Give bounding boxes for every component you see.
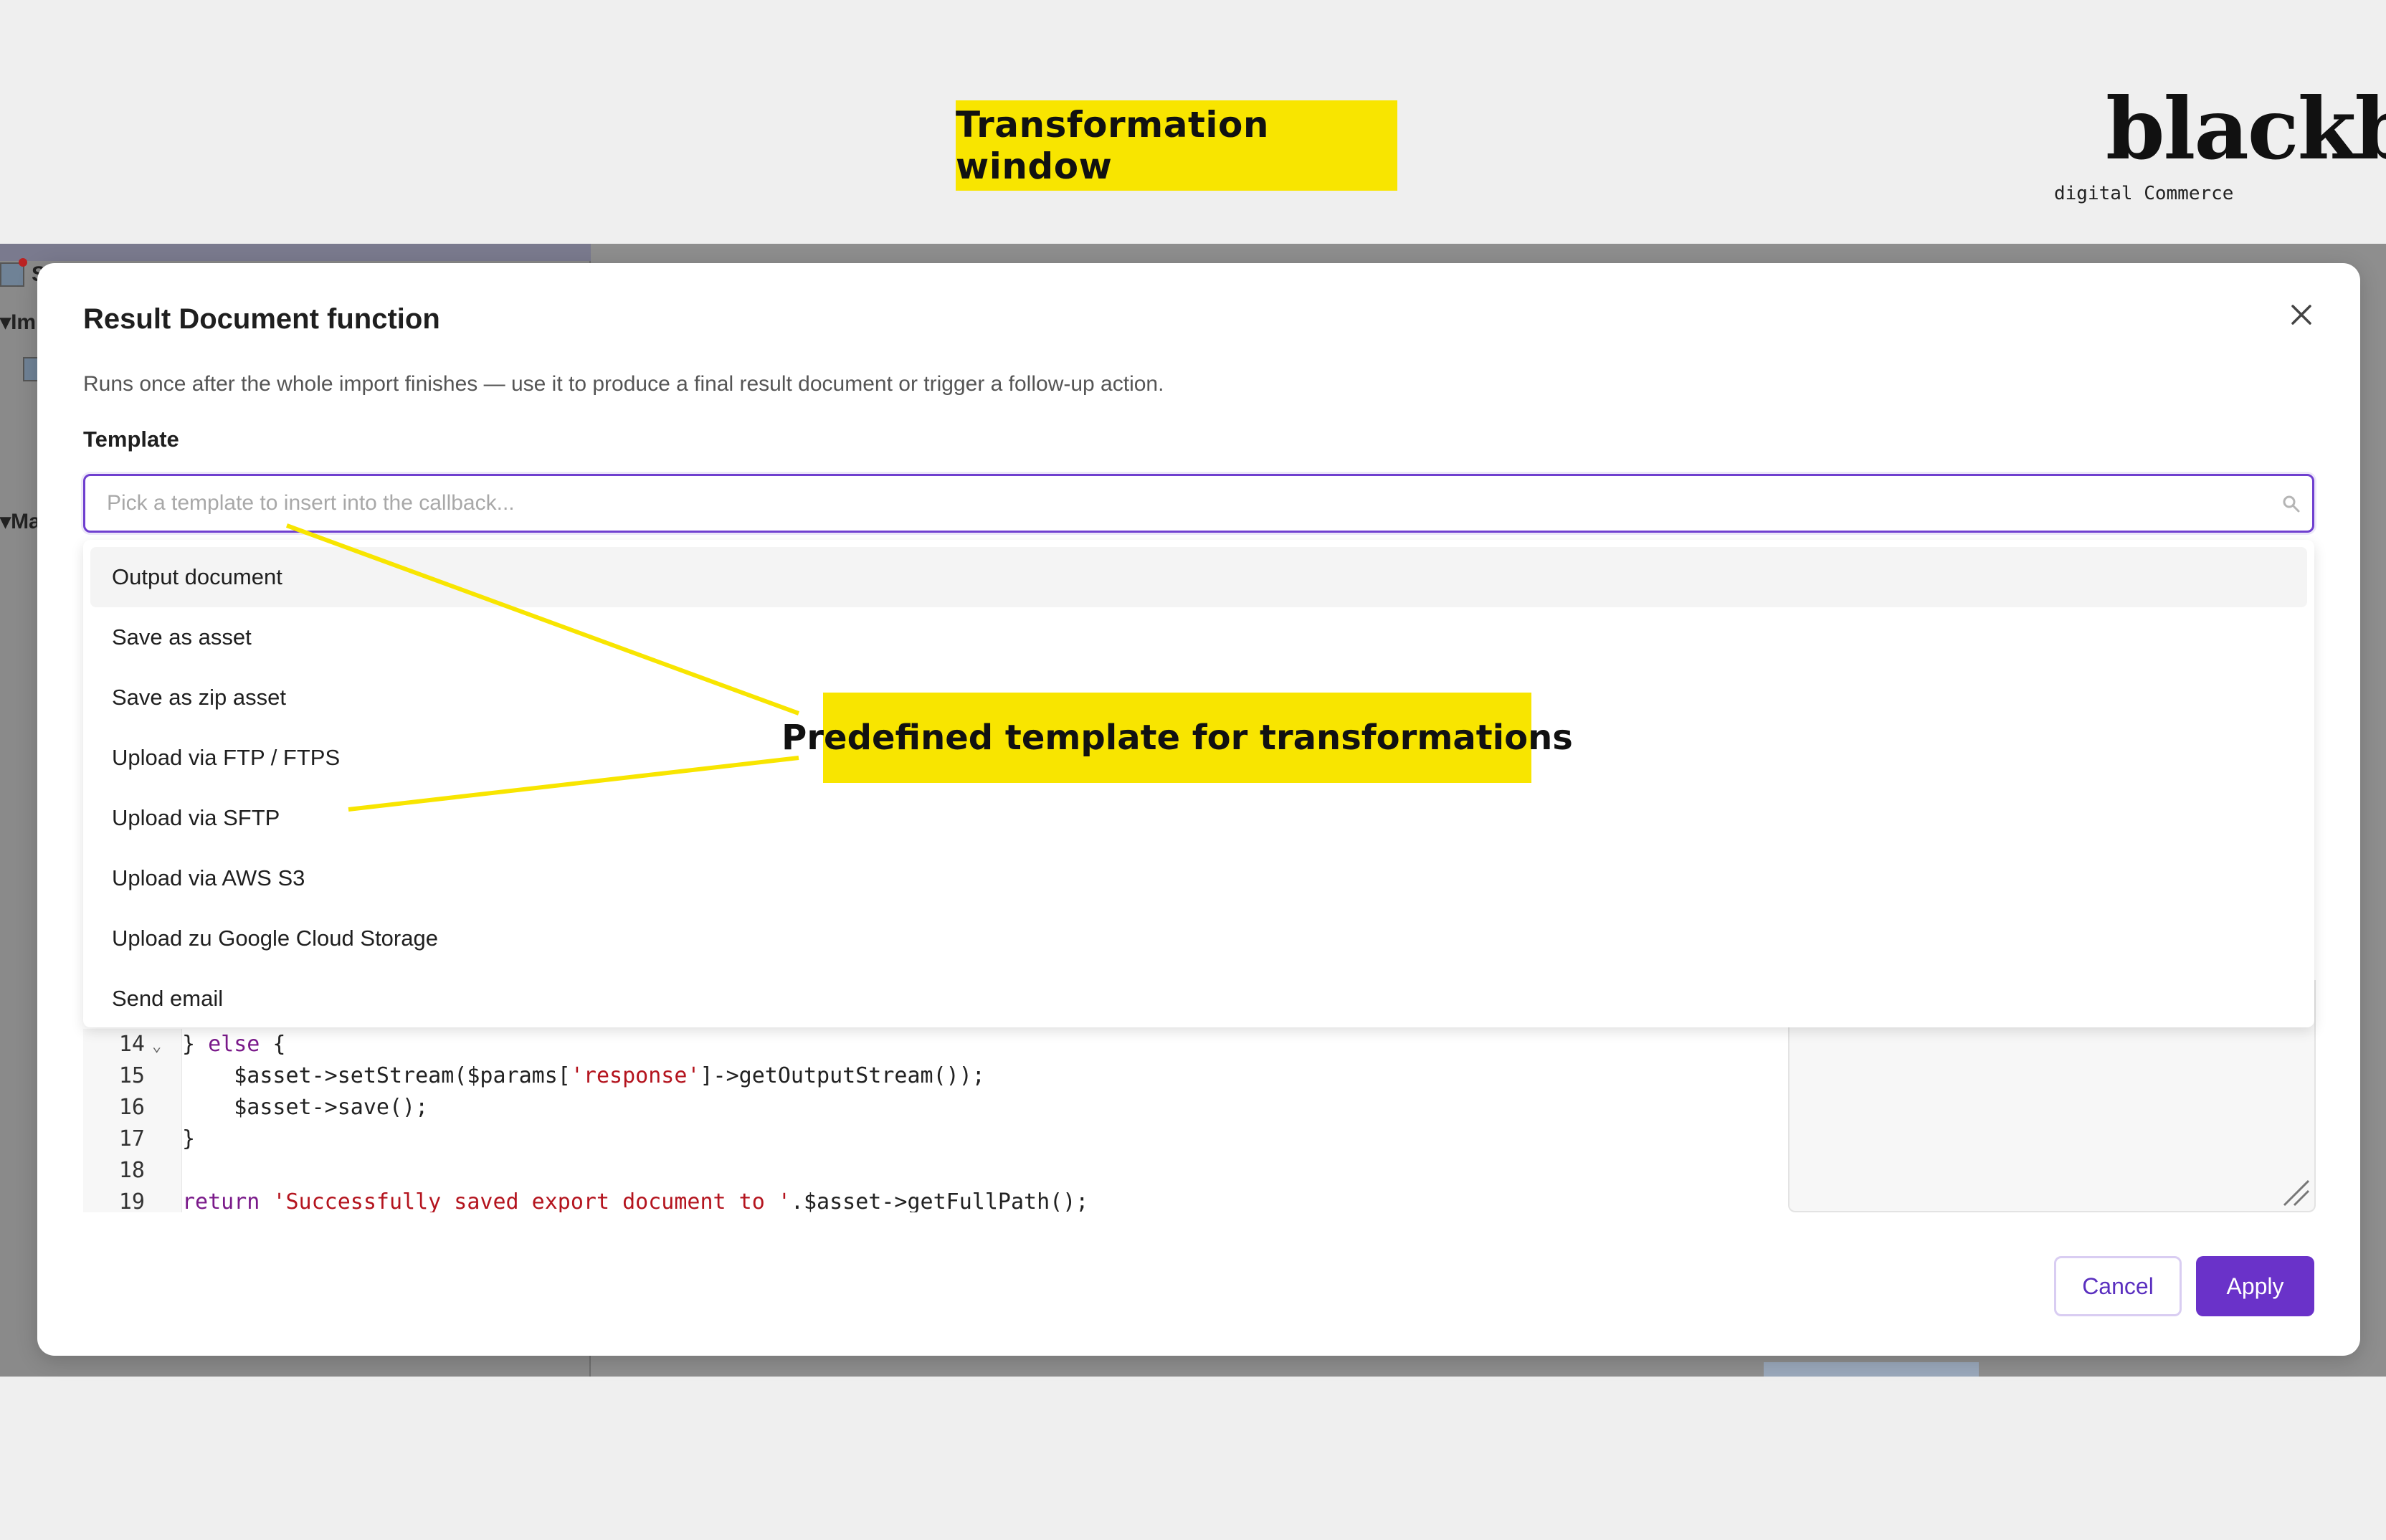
line-number: 19	[118, 1189, 145, 1212]
screenshot-canvas: Transformation window blackbit digital C…	[0, 0, 2386, 1540]
background-item-ma: ▾Ma	[0, 509, 41, 534]
notification-dot	[19, 258, 27, 267]
code-text: } else {	[182, 1032, 286, 1057]
template-search-input[interactable]	[105, 486, 2228, 521]
cancel-button[interactable]: Cancel	[2054, 1256, 2182, 1316]
modal-description: Runs once after the whole import finishe…	[83, 372, 1164, 396]
code-line: 14 ⌄ } else {	[83, 1029, 286, 1060]
line-number: 15	[118, 1063, 145, 1088]
template-label: Template	[83, 427, 179, 452]
background-item-ma-label: Ma	[11, 510, 41, 533]
fold-icon[interactable]: ⌄	[152, 1031, 174, 1063]
template-option[interactable]: Upload via SFTP	[90, 788, 2307, 848]
template-option[interactable]: Save as asset	[90, 607, 2307, 667]
template-search-field[interactable]	[83, 474, 2314, 533]
template-option[interactable]: Output document	[90, 547, 2307, 607]
template-dropdown: Output document Save as asset Save as zi…	[83, 540, 2314, 1027]
code-line: 15 $asset->setStream($params['response']…	[83, 1060, 985, 1092]
chevron-down-icon: ▾	[0, 310, 11, 334]
annotation-callout: Predefined template for transformations	[781, 693, 1573, 783]
modal-title: Result Document function	[83, 303, 440, 335]
chevron-down-icon: ▾	[0, 510, 11, 533]
line-number: 18	[118, 1158, 145, 1183]
code-line: 19 return 'Successfully saved export docu…	[83, 1187, 1088, 1212]
code-text: $asset->setStream($params['response']->g…	[182, 1063, 985, 1088]
background-item-im-label: Im	[11, 310, 37, 334]
brand: blackbit digital Commerce	[2047, 82, 2386, 211]
code-text: }	[182, 1126, 196, 1151]
code-line: 17}	[83, 1123, 195, 1155]
close-icon	[2291, 305, 2311, 325]
result-document-modal: Result Document function Runs once after…	[37, 263, 2360, 1356]
template-option[interactable]: Send email	[90, 969, 2307, 1029]
line-number: 16	[118, 1095, 145, 1120]
title-banner: Transformation window	[956, 100, 1397, 191]
code-line: 18	[83, 1155, 182, 1187]
background-scrollbar	[1764, 1362, 1979, 1377]
background-top-strip	[0, 244, 591, 261]
resize-handle-icon[interactable]	[2280, 1177, 2311, 1208]
code-text: return 'Successfully saved export docume…	[182, 1189, 1089, 1212]
template-option[interactable]: Upload via AWS S3	[90, 848, 2307, 908]
code-text: $asset->save();	[182, 1095, 429, 1120]
brand-subtitle: digital Commerce	[2054, 183, 2234, 204]
line-number: 14	[118, 1032, 145, 1057]
search-icon	[2283, 495, 2300, 513]
close-button[interactable]	[2281, 295, 2321, 335]
template-option[interactable]: Upload zu Google Cloud Storage	[90, 908, 2307, 969]
apply-button[interactable]: Apply	[2196, 1256, 2314, 1316]
code-line: 16 $asset->save();	[83, 1092, 428, 1123]
line-number: 17	[118, 1126, 145, 1151]
code-editor[interactable]: 14 ⌄ } else { 15 $asset->setStream($params[…	[83, 1029, 1804, 1212]
brand-logo: blackbit	[2106, 79, 2386, 179]
background-item-im: ▾Im	[0, 310, 36, 335]
